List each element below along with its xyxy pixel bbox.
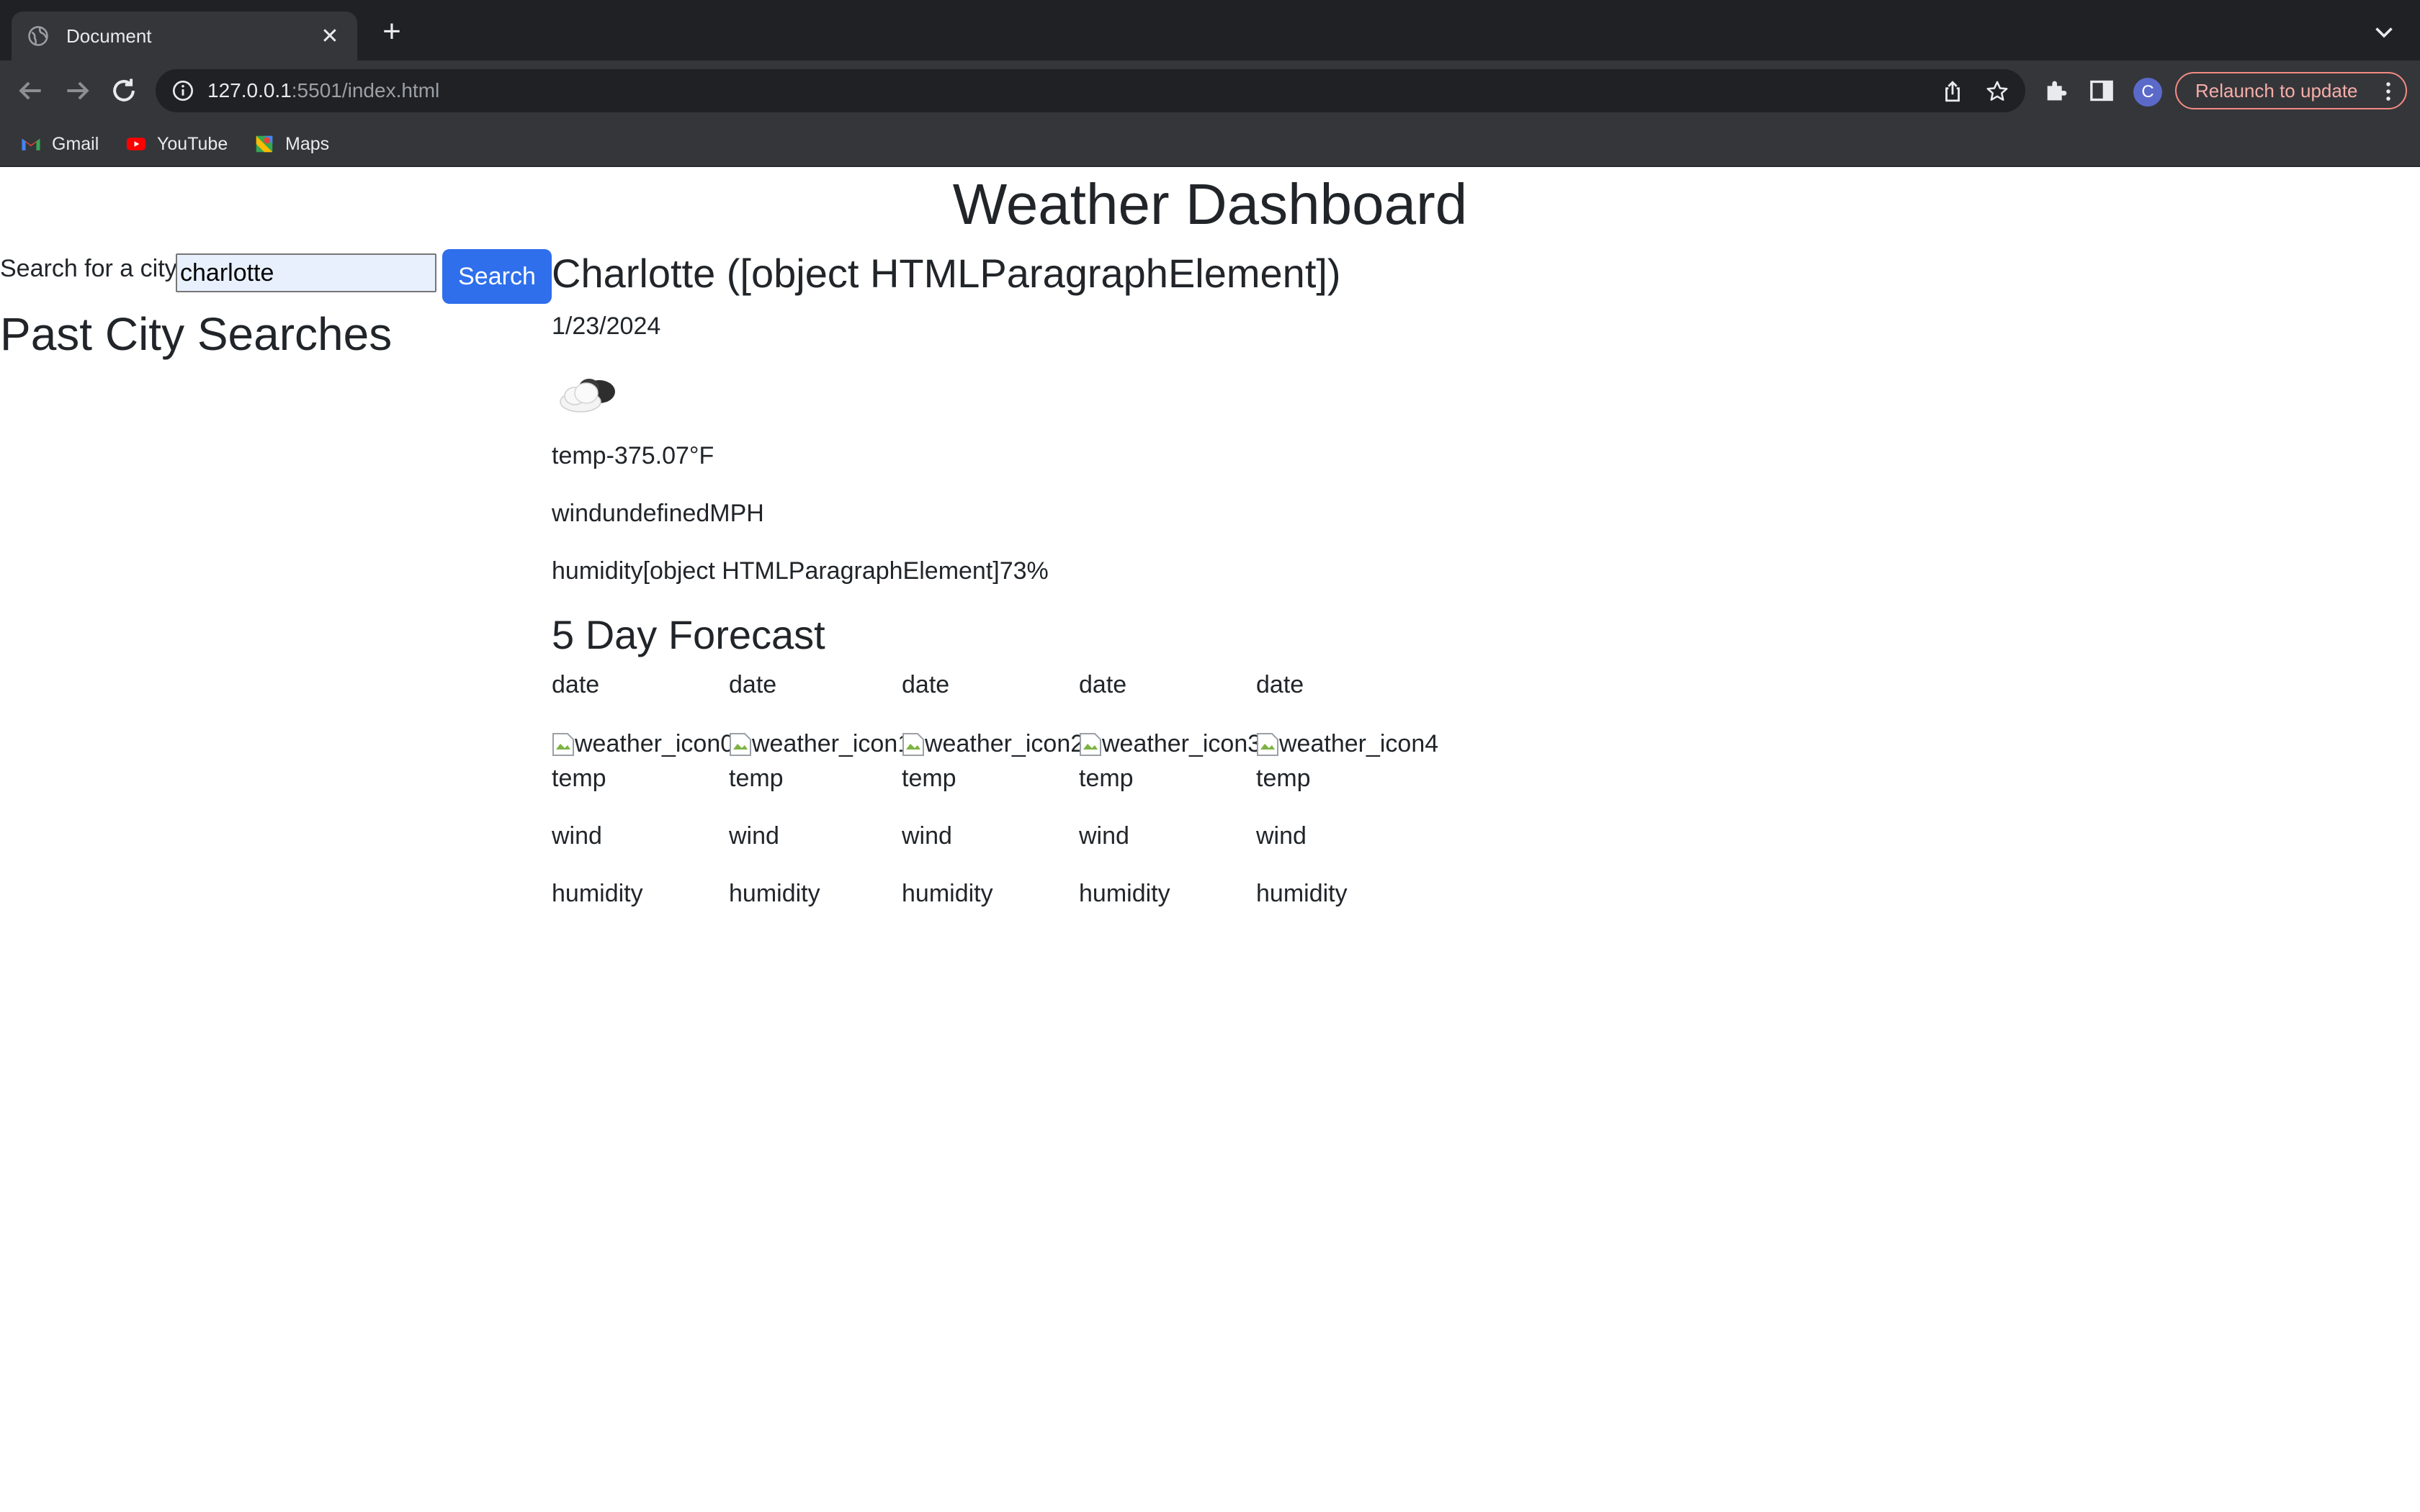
new-tab-icon[interactable]: + bbox=[376, 16, 408, 48]
bookmark-label: Gmail bbox=[52, 133, 99, 154]
current-date: 1/23/2024 bbox=[552, 312, 661, 340]
forecast-title: 5 Day Forecast bbox=[552, 612, 825, 657]
browser-tab[interactable]: Document ✕ bbox=[12, 12, 357, 60]
forecast-temp: temp bbox=[729, 765, 784, 792]
forecast-wind: wind bbox=[729, 822, 779, 850]
relaunch-label: Relaunch to update bbox=[2195, 79, 2358, 102]
image-alt-text: weather_icon3 bbox=[1102, 730, 1262, 757]
forecast-weather-image: weather_icon1 bbox=[729, 730, 911, 758]
relaunch-button[interactable]: Relaunch to update bbox=[2175, 72, 2407, 109]
bookmarks-bar: Gmail YouTube Maps bbox=[0, 121, 2420, 167]
search-label: Search for a city bbox=[0, 255, 177, 282]
tab-title: Document bbox=[66, 24, 152, 47]
share-icon[interactable] bbox=[1940, 79, 1965, 104]
image-alt-text: weather_icon2 bbox=[925, 730, 1085, 757]
forecast-weather-image: weather_icon2 bbox=[902, 730, 1084, 758]
url-path: :5501/index.html bbox=[291, 79, 440, 102]
more-vertical-icon[interactable] bbox=[2381, 81, 2396, 102]
forecast-date: date bbox=[1079, 671, 1127, 698]
info-icon[interactable] bbox=[171, 79, 194, 102]
forecast-date: date bbox=[729, 671, 777, 698]
bookmark-youtube[interactable]: YouTube bbox=[125, 131, 228, 157]
page-title: Weather Dashboard bbox=[952, 172, 1468, 236]
forecast-wind: wind bbox=[902, 822, 952, 850]
forecast-humidity: humidity bbox=[552, 880, 643, 907]
forecast-temp: temp bbox=[902, 765, 956, 792]
image-alt-text: weather_icon1 bbox=[752, 730, 912, 757]
bookmark-maps[interactable]: Maps bbox=[254, 131, 329, 157]
maps-icon bbox=[256, 135, 273, 153]
bookmark-label: Maps bbox=[285, 133, 330, 154]
bookmark-star-icon[interactable] bbox=[1985, 79, 2009, 104]
back-arrow-icon[interactable] bbox=[14, 75, 46, 107]
forecast-date: date bbox=[902, 671, 950, 698]
city-heading: Charlotte ([object HTMLParagraphElement]… bbox=[552, 251, 1341, 296]
current-humidity: humidity[object HTMLParagraphElement]73% bbox=[552, 557, 1049, 585]
browser-toolbar: 127.0.0.1:5501/index.html C Relaunch to … bbox=[0, 60, 2420, 121]
city-search-input[interactable] bbox=[176, 253, 436, 292]
current-wind: windundefinedMPH bbox=[552, 500, 764, 527]
extensions-icon[interactable] bbox=[2043, 76, 2071, 105]
forecast-humidity: humidity bbox=[902, 880, 993, 907]
tab-strip: Document ✕ + bbox=[0, 0, 2420, 60]
page-content: Weather Dashboard Search for a city Sear… bbox=[0, 167, 2420, 1512]
profile-avatar[interactable]: C bbox=[2133, 78, 2162, 107]
side-panel-icon[interactable] bbox=[2087, 76, 2116, 105]
bookmark-label: YouTube bbox=[157, 133, 228, 154]
forecast-wind: wind bbox=[552, 822, 602, 850]
forecast-humidity: humidity bbox=[1256, 880, 1348, 907]
forecast-temp: temp bbox=[1256, 765, 1311, 792]
address-bar[interactable]: 127.0.0.1:5501/index.html bbox=[156, 69, 2025, 112]
reload-icon[interactable] bbox=[108, 75, 140, 107]
image-alt-text: weather_icon4 bbox=[1279, 730, 1439, 757]
broken-image-icon bbox=[552, 732, 574, 756]
forecast-wind: wind bbox=[1079, 822, 1129, 850]
broken-image-icon bbox=[902, 732, 924, 756]
forecast-humidity: humidity bbox=[1079, 880, 1170, 907]
forecast-temp: temp bbox=[1079, 765, 1134, 792]
forecast-weather-image: weather_icon0 bbox=[552, 730, 734, 758]
close-tab-icon[interactable]: ✕ bbox=[317, 24, 343, 49]
forward-arrow-icon[interactable] bbox=[62, 75, 94, 107]
cloud-icon bbox=[560, 379, 615, 413]
forecast-wind: wind bbox=[1256, 822, 1307, 850]
url-host: 127.0.0.1 bbox=[207, 79, 292, 102]
current-temp: temp-375.07°F bbox=[552, 442, 714, 469]
globe-icon bbox=[28, 26, 48, 46]
broken-image-icon bbox=[730, 732, 751, 756]
forecast-weather-image: weather_icon3 bbox=[1079, 730, 1261, 758]
gmail-icon bbox=[22, 138, 40, 150]
youtube-icon bbox=[126, 138, 146, 150]
past-searches-title: Past City Searches bbox=[0, 308, 393, 360]
forecast-date: date bbox=[1256, 671, 1304, 698]
bookmark-gmail[interactable]: Gmail bbox=[20, 131, 99, 157]
image-alt-text: weather_icon0 bbox=[575, 730, 735, 757]
forecast-humidity: humidity bbox=[729, 880, 820, 907]
search-button[interactable]: Search bbox=[442, 249, 552, 304]
forecast-temp: temp bbox=[552, 765, 606, 792]
broken-image-icon bbox=[1257, 732, 1278, 756]
chevron-down-icon[interactable] bbox=[2371, 19, 2397, 45]
forecast-date: date bbox=[552, 671, 600, 698]
broken-image-icon bbox=[1080, 732, 1101, 756]
forecast-weather-image: weather_icon4 bbox=[1256, 730, 1438, 758]
